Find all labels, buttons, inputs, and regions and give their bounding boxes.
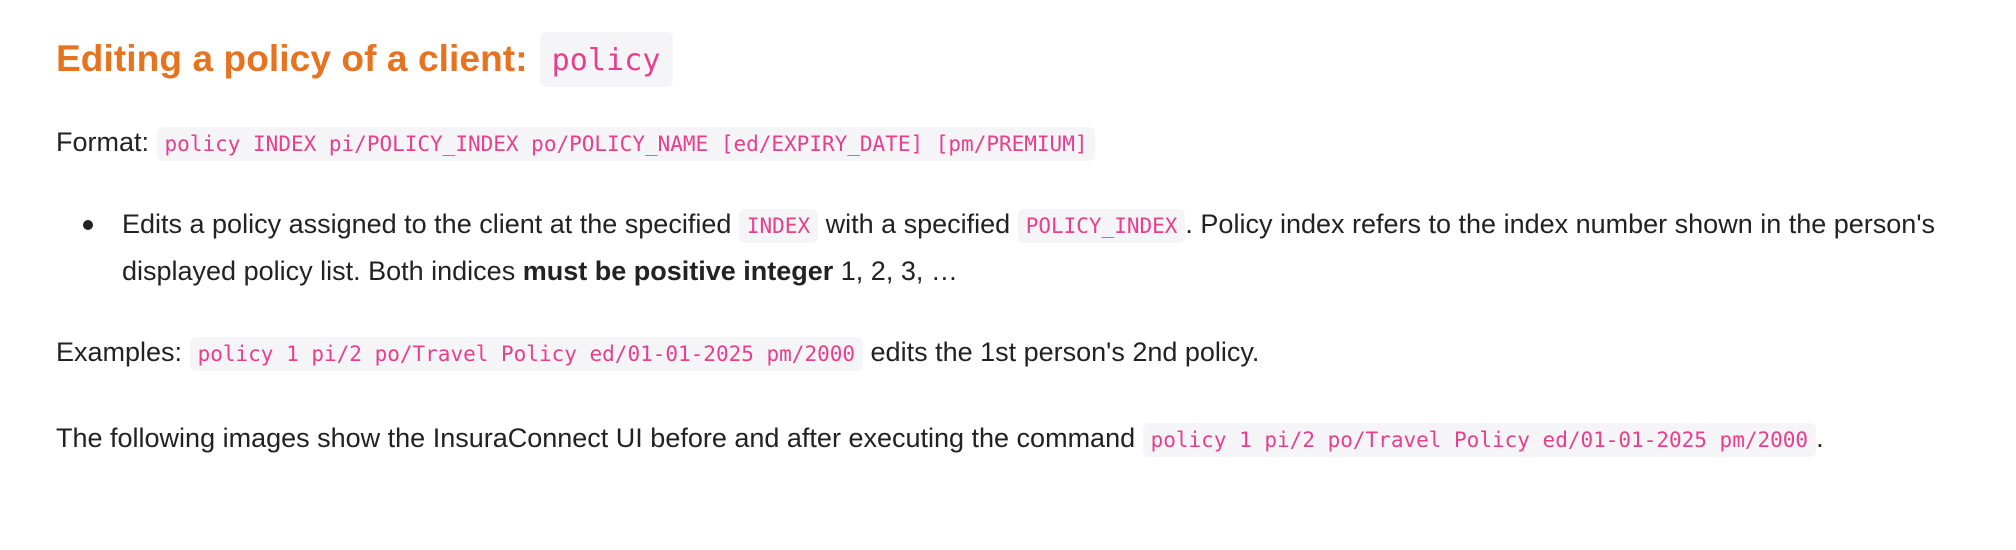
policy-index-code: POLICY_INDEX bbox=[1017, 209, 1186, 243]
notes-list: Edits a policy assigned to the client at… bbox=[56, 202, 1960, 294]
format-syntax-code: policy INDEX pi/POLICY_INDEX po/POLICY_N… bbox=[156, 127, 1096, 161]
command-word-code: policy bbox=[539, 31, 673, 87]
format-label: Format: bbox=[56, 127, 150, 157]
images-note-command-code: policy 1 pi/2 po/Travel Policy ed/01-01-… bbox=[1142, 423, 1817, 457]
images-note-end: . bbox=[1816, 423, 1824, 453]
example-command-code: policy 1 pi/2 po/Travel Policy ed/01-01-… bbox=[189, 337, 864, 371]
list-item: Edits a policy assigned to the client at… bbox=[83, 202, 1960, 294]
example-description: edits the 1st person's 2nd policy. bbox=[863, 337, 1260, 367]
images-note-text: The following images show the InsuraConn… bbox=[56, 423, 1143, 453]
format-paragraph: Format: policy INDEX pi/POLICY_INDEX po/… bbox=[56, 120, 1960, 166]
examples-label: Examples: bbox=[56, 337, 183, 367]
examples-paragraph: Examples: policy 1 pi/2 po/Travel Policy… bbox=[56, 330, 1960, 376]
bold-emphasis: must be positive integer bbox=[522, 256, 834, 286]
index-code: INDEX bbox=[738, 209, 819, 243]
bullet-text-part: 1, 2, 3, … bbox=[833, 256, 958, 286]
images-note-paragraph: The following images show the InsuraConn… bbox=[56, 416, 1960, 462]
documentation-page: Editing a policy of a client: policy For… bbox=[0, 0, 2016, 550]
section-heading: Editing a policy of a client: policy bbox=[56, 30, 1960, 88]
bullet-text-part: Edits a policy assigned to the client at… bbox=[122, 209, 739, 239]
section-title: Editing a policy of a client: bbox=[56, 38, 528, 79]
bullet-dot bbox=[83, 220, 93, 230]
bullet-text-part: with a specified bbox=[818, 209, 1018, 239]
